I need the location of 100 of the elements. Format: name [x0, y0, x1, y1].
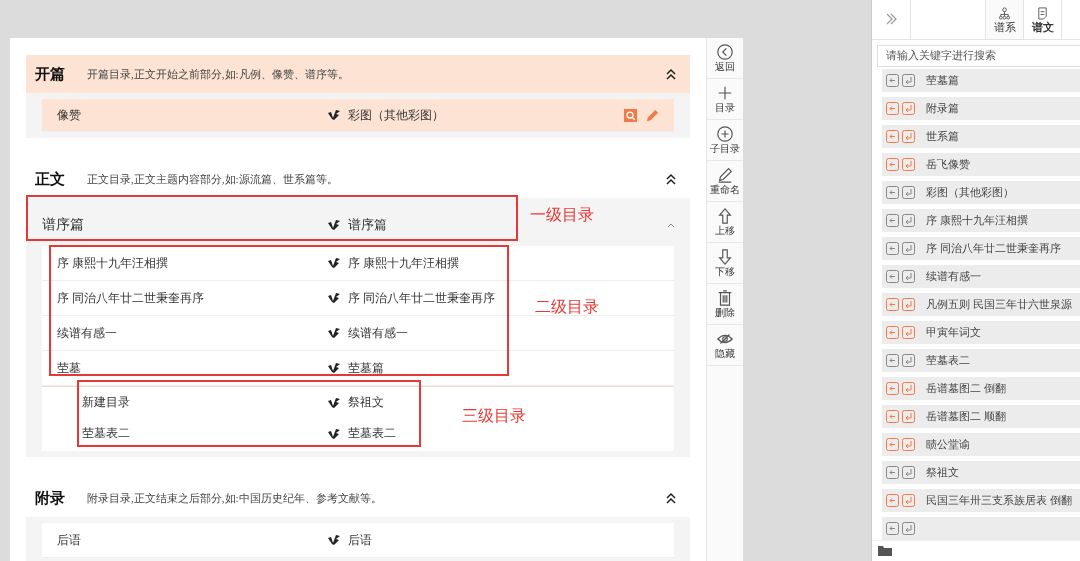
section-header[interactable]: 附录 附录目录,正文结束之后部分,如:中国历史纪年、参考文献等。 — [26, 479, 690, 517]
arrow-down-icon — [716, 247, 734, 266]
return-icon[interactable] — [902, 101, 915, 115]
entry-name: 茔墓 — [57, 360, 82, 376]
chapter-title: 附录篇 — [926, 100, 959, 116]
chapter-item[interactable]: 序 同治八年廿二世秉奎再序 — [882, 236, 1080, 260]
toolbar-button[interactable]: 下移 — [707, 243, 743, 284]
chapter-item[interactable]: 岳飞像赞 — [882, 152, 1080, 176]
chapter-item[interactable]: 凡例五则 民国三年廿六世泉源 — [882, 292, 1080, 316]
chapter-item[interactable]: 世系篇 — [882, 124, 1080, 148]
return-icon[interactable] — [902, 241, 915, 255]
chapter-title: 祭祖文 — [926, 464, 959, 480]
double-chevron-right-icon[interactable] — [884, 12, 898, 27]
chapter-title: 岳飞像赞 — [926, 156, 970, 172]
document-icon — [1036, 6, 1049, 20]
chapter-title: 凡例五则 民国三年廿六世泉源 — [926, 296, 1072, 312]
chapter-title: 茔墓篇 — [926, 72, 959, 88]
indent-left-icon[interactable] — [886, 409, 899, 423]
chapter-item[interactable]: 茔墓表二 — [882, 348, 1080, 372]
back-icon — [716, 42, 734, 61]
indent-left-icon[interactable] — [886, 157, 899, 171]
return-icon[interactable] — [902, 409, 915, 423]
indent-left-icon[interactable] — [886, 465, 899, 479]
indent-left-icon[interactable] — [886, 325, 899, 339]
chapter-title: 岳谱墓图二 倒翻 — [926, 380, 1006, 396]
toolbar-button[interactable]: 上移 — [707, 202, 743, 243]
entry-name: 像赞 — [57, 107, 82, 123]
toolbar-button[interactable]: 子目录 — [707, 120, 743, 161]
pencil-icon — [716, 165, 734, 184]
indent-left-icon[interactable] — [886, 269, 899, 283]
return-icon[interactable] — [902, 157, 915, 171]
chapter-item[interactable]: 祭祖文 — [882, 460, 1080, 484]
chapter-title: 序 同治八年廿二世秉奎再序 — [926, 240, 1061, 256]
indent-left-icon[interactable] — [886, 213, 899, 227]
toolbar-button[interactable]: 隐藏 — [707, 325, 743, 366]
template-name: 茔墓篇 — [348, 360, 384, 376]
entry-name: 续谱有感一 — [57, 325, 118, 341]
return-icon[interactable] — [902, 297, 915, 311]
entry-name: 后语 — [57, 532, 82, 548]
chapter-item[interactable]: 岳谱墓图二 倒翻 — [882, 376, 1080, 400]
return-icon[interactable] — [902, 185, 915, 199]
indent-left-icon[interactable] — [886, 381, 899, 395]
pencil-icon[interactable] — [645, 107, 660, 123]
chapter-item[interactable]: 甲寅年词文 — [882, 320, 1080, 344]
return-icon[interactable] — [902, 353, 915, 367]
chapter-item[interactable]: 彩图（其他彩图） — [882, 180, 1080, 204]
quill-icon — [328, 428, 340, 439]
toolbar-button[interactable]: 返回 — [707, 38, 743, 79]
indent-left-icon[interactable] — [886, 493, 899, 507]
template-name: 序 同治八年廿二世秉奎再序 — [348, 290, 495, 306]
return-icon[interactable] — [902, 269, 915, 283]
chapter-item[interactable]: 序 康熙十九年汪相撰 — [882, 208, 1080, 232]
indent-left-icon[interactable] — [886, 185, 899, 199]
preview-icon[interactable] — [624, 108, 637, 122]
chapter-item[interactable]: 岳谱墓图二 顺翻 — [882, 404, 1080, 428]
return-icon[interactable] — [902, 73, 915, 87]
indent-left-icon[interactable] — [886, 353, 899, 367]
indent-left-icon[interactable] — [886, 101, 899, 115]
return-icon[interactable] — [902, 213, 915, 227]
indent-left-icon[interactable] — [886, 129, 899, 143]
chapter-item[interactable]: 附录篇 — [882, 96, 1080, 120]
chapter-item[interactable]: 续谱有感一 — [882, 264, 1080, 288]
search-field[interactable]: 请输入关键字进行搜索 — [877, 44, 1080, 67]
section-header[interactable]: 正文 正文目录,正文主题内容部分,如:源流篇、世系篇等。 — [26, 160, 690, 198]
return-icon[interactable] — [902, 381, 915, 395]
indent-left-icon[interactable] — [886, 437, 899, 451]
toolbar-button[interactable]: 删除 — [707, 284, 743, 325]
trash-icon — [716, 288, 734, 307]
toolbar-button[interactable]: 重命名 — [707, 161, 743, 202]
toolbar-button[interactable]: 目录 — [707, 79, 743, 120]
annotation-label: 一级目录 — [530, 205, 594, 226]
section-header[interactable]: 开篇 开篇目录,正文开始之前部分,如:凡例、像赞、谱序等。 — [26, 55, 690, 93]
double-chevron-up-icon[interactable] — [664, 67, 678, 81]
chapter-item[interactable]: 茔墓篇 — [882, 68, 1080, 92]
indent-left-icon[interactable] — [886, 521, 899, 535]
quill-icon — [328, 535, 340, 545]
toc-row[interactable]: 像赞 彩图（其他彩图） — [42, 99, 674, 132]
chapter-item[interactable]: 民国三年卅三支系族居表 倒翻 — [882, 488, 1080, 512]
indent-left-icon[interactable] — [886, 73, 899, 87]
indent-left-icon[interactable] — [886, 297, 899, 311]
indent-left-icon[interactable] — [886, 241, 899, 255]
return-icon[interactable] — [902, 129, 915, 143]
plus-circle-icon — [716, 124, 734, 143]
chapter-title: 甲寅年词文 — [926, 324, 981, 340]
panel-tab[interactable]: 谱文 — [1023, 0, 1062, 39]
double-chevron-up-icon[interactable] — [664, 172, 678, 186]
entry-name: 茔墓表二 — [82, 426, 131, 441]
return-icon[interactable] — [902, 521, 915, 535]
template-name: 谱序篇 — [348, 216, 387, 234]
return-icon[interactable] — [902, 493, 915, 507]
chapter-item[interactable]: 赜公堂谕 — [882, 432, 1080, 456]
return-icon[interactable] — [902, 465, 915, 479]
folder-icon[interactable] — [878, 544, 892, 557]
double-chevron-up-icon[interactable] — [664, 491, 678, 505]
chapter-title: 赜公堂谕 — [926, 436, 970, 452]
panel-tab[interactable]: 谱系 — [985, 0, 1023, 39]
return-icon[interactable] — [902, 325, 915, 339]
quill-icon — [328, 363, 340, 373]
return-icon[interactable] — [902, 437, 915, 451]
toc-row[interactable]: 后语 后语 — [42, 523, 674, 558]
